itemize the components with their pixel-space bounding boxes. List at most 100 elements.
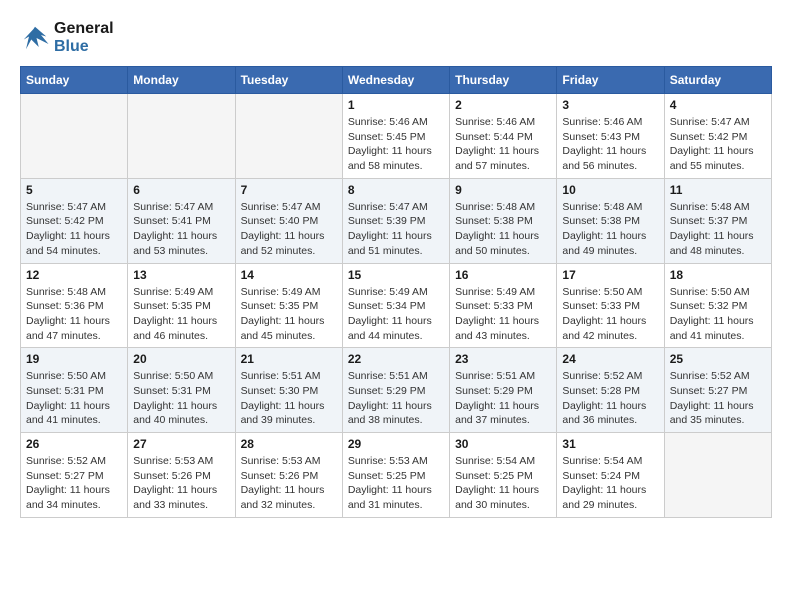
calendar-cell: 5 Sunrise: 5:47 AM Sunset: 5:42 PM Daylig…: [21, 178, 128, 263]
day-info: Sunrise: 5:47 AM Sunset: 5:42 PM Dayligh…: [670, 115, 766, 174]
calendar-cell: 14 Sunrise: 5:49 AM Sunset: 5:35 PM Dayli…: [235, 263, 342, 348]
calendar-cell: 15 Sunrise: 5:49 AM Sunset: 5:34 PM Dayli…: [342, 263, 449, 348]
calendar-cell: [128, 94, 235, 179]
day-number: 30: [455, 437, 551, 451]
day-number: 9: [455, 183, 551, 197]
day-info: Sunrise: 5:48 AM Sunset: 5:36 PM Dayligh…: [26, 285, 122, 344]
day-info: Sunrise: 5:47 AM Sunset: 5:41 PM Dayligh…: [133, 200, 229, 259]
day-info: Sunrise: 5:51 AM Sunset: 5:29 PM Dayligh…: [348, 369, 444, 428]
logo-icon: [20, 23, 50, 53]
calendar-cell: 3 Sunrise: 5:46 AM Sunset: 5:43 PM Daylig…: [557, 94, 664, 179]
day-info: Sunrise: 5:51 AM Sunset: 5:29 PM Dayligh…: [455, 369, 551, 428]
day-number: 26: [26, 437, 122, 451]
day-info: Sunrise: 5:54 AM Sunset: 5:25 PM Dayligh…: [455, 454, 551, 513]
day-info: Sunrise: 5:51 AM Sunset: 5:30 PM Dayligh…: [241, 369, 337, 428]
weekday-header-tuesday: Tuesday: [235, 67, 342, 94]
calendar-table: SundayMondayTuesdayWednesdayThursdayFrid…: [20, 66, 772, 518]
calendar-cell: 18 Sunrise: 5:50 AM Sunset: 5:32 PM Dayli…: [664, 263, 771, 348]
day-info: Sunrise: 5:48 AM Sunset: 5:38 PM Dayligh…: [562, 200, 658, 259]
calendar-cell: 20 Sunrise: 5:50 AM Sunset: 5:31 PM Dayli…: [128, 348, 235, 433]
day-number: 6: [133, 183, 229, 197]
day-info: Sunrise: 5:53 AM Sunset: 5:26 PM Dayligh…: [133, 454, 229, 513]
day-info: Sunrise: 5:49 AM Sunset: 5:35 PM Dayligh…: [241, 285, 337, 344]
day-number: 4: [670, 98, 766, 112]
calendar-cell: 1 Sunrise: 5:46 AM Sunset: 5:45 PM Daylig…: [342, 94, 449, 179]
calendar-cell: 17Sunrise: 5:50 AM Sunset: 5:33 PM Dayli…: [557, 263, 664, 348]
day-number: 22: [348, 352, 444, 366]
calendar-cell: 12 Sunrise: 5:48 AM Sunset: 5:36 PM Dayli…: [21, 263, 128, 348]
day-number: 7: [241, 183, 337, 197]
weekday-header-friday: Friday: [557, 67, 664, 94]
day-info: Sunrise: 5:52 AM Sunset: 5:27 PM Dayligh…: [670, 369, 766, 428]
calendar-cell: 9 Sunrise: 5:48 AM Sunset: 5:38 PM Daylig…: [450, 178, 557, 263]
day-number: 25: [670, 352, 766, 366]
weekday-header-monday: Monday: [128, 67, 235, 94]
day-info: Sunrise: 5:49 AM Sunset: 5:34 PM Dayligh…: [348, 285, 444, 344]
day-info: Sunrise: 5:48 AM Sunset: 5:37 PM Dayligh…: [670, 200, 766, 259]
day-number: 5: [26, 183, 122, 197]
calendar-cell: 7 Sunrise: 5:47 AM Sunset: 5:40 PM Daylig…: [235, 178, 342, 263]
day-info: Sunrise: 5:52 AM Sunset: 5:27 PM Dayligh…: [26, 454, 122, 513]
weekday-header-sunday: Sunday: [21, 67, 128, 94]
week-row-5: 26 Sunrise: 5:52 AM Sunset: 5:27 PM Dayli…: [21, 433, 772, 518]
calendar-cell: 8 Sunrise: 5:47 AM Sunset: 5:39 PM Daylig…: [342, 178, 449, 263]
weekday-header-wednesday: Wednesday: [342, 67, 449, 94]
weekday-header-saturday: Saturday: [664, 67, 771, 94]
day-info: Sunrise: 5:53 AM Sunset: 5:26 PM Dayligh…: [241, 454, 337, 513]
calendar-cell: 19 Sunrise: 5:50 AM Sunset: 5:31 PM Dayli…: [21, 348, 128, 433]
day-number: 13: [133, 268, 229, 282]
calendar-cell: 11 Sunrise: 5:48 AM Sunset: 5:37 PM Dayli…: [664, 178, 771, 263]
week-row-4: 19 Sunrise: 5:50 AM Sunset: 5:31 PM Dayli…: [21, 348, 772, 433]
day-number: 28: [241, 437, 337, 451]
day-number: 24: [562, 352, 658, 366]
day-info: Sunrise: 5:50 AM Sunset: 5:31 PM Dayligh…: [26, 369, 122, 428]
week-row-3: 12 Sunrise: 5:48 AM Sunset: 5:36 PM Dayli…: [21, 263, 772, 348]
calendar-cell: 4 Sunrise: 5:47 AM Sunset: 5:42 PM Daylig…: [664, 94, 771, 179]
day-number: 20: [133, 352, 229, 366]
day-info: Sunrise: 5:47 AM Sunset: 5:42 PM Dayligh…: [26, 200, 122, 259]
day-info: Sunrise: 5:49 AM Sunset: 5:33 PM Dayligh…: [455, 285, 551, 344]
day-number: 27: [133, 437, 229, 451]
day-number: 21: [241, 352, 337, 366]
week-row-2: 5 Sunrise: 5:47 AM Sunset: 5:42 PM Daylig…: [21, 178, 772, 263]
day-number: 12: [26, 268, 122, 282]
day-info: Sunrise: 5:50 AM Sunset: 5:32 PM Dayligh…: [670, 285, 766, 344]
week-row-1: 1 Sunrise: 5:46 AM Sunset: 5:45 PM Daylig…: [21, 94, 772, 179]
day-number: 29: [348, 437, 444, 451]
day-number: 17: [562, 268, 658, 282]
calendar-cell: 24Sunrise: 5:52 AM Sunset: 5:28 PM Dayli…: [557, 348, 664, 433]
day-info: Sunrise: 5:46 AM Sunset: 5:45 PM Dayligh…: [348, 115, 444, 174]
calendar-cell: 6 Sunrise: 5:47 AM Sunset: 5:41 PM Daylig…: [128, 178, 235, 263]
day-number: 11: [670, 183, 766, 197]
day-info: Sunrise: 5:47 AM Sunset: 5:40 PM Dayligh…: [241, 200, 337, 259]
logo: General Blue: [20, 20, 114, 56]
calendar-cell: 30 Sunrise: 5:54 AM Sunset: 5:25 PM Dayli…: [450, 433, 557, 518]
calendar-cell: 22 Sunrise: 5:51 AM Sunset: 5:29 PM Dayli…: [342, 348, 449, 433]
day-number: 19: [26, 352, 122, 366]
day-number: 14: [241, 268, 337, 282]
day-number: 2: [455, 98, 551, 112]
logo-text: General Blue: [54, 20, 114, 56]
calendar-cell: 31Sunrise: 5:54 AM Sunset: 5:24 PM Dayli…: [557, 433, 664, 518]
calendar-cell: 10 Sunrise: 5:48 AM Sunset: 5:38 PM Dayli…: [557, 178, 664, 263]
day-number: 18: [670, 268, 766, 282]
calendar-cell: 27 Sunrise: 5:53 AM Sunset: 5:26 PM Dayli…: [128, 433, 235, 518]
day-info: Sunrise: 5:46 AM Sunset: 5:43 PM Dayligh…: [562, 115, 658, 174]
calendar-cell: 23 Sunrise: 5:51 AM Sunset: 5:29 PM Dayli…: [450, 348, 557, 433]
day-info: Sunrise: 5:47 AM Sunset: 5:39 PM Dayligh…: [348, 200, 444, 259]
weekday-header-thursday: Thursday: [450, 67, 557, 94]
calendar-cell: 16Sunrise: 5:49 AM Sunset: 5:33 PM Dayli…: [450, 263, 557, 348]
calendar-cell: 29Sunrise: 5:53 AM Sunset: 5:25 PM Dayli…: [342, 433, 449, 518]
day-info: Sunrise: 5:48 AM Sunset: 5:38 PM Dayligh…: [455, 200, 551, 259]
day-number: 15: [348, 268, 444, 282]
calendar-cell: [235, 94, 342, 179]
weekday-header-row: SundayMondayTuesdayWednesdayThursdayFrid…: [21, 67, 772, 94]
day-info: Sunrise: 5:50 AM Sunset: 5:31 PM Dayligh…: [133, 369, 229, 428]
day-number: 10: [562, 183, 658, 197]
day-number: 23: [455, 352, 551, 366]
day-number: 1: [348, 98, 444, 112]
day-number: 3: [562, 98, 658, 112]
day-number: 31: [562, 437, 658, 451]
calendar-cell: [664, 433, 771, 518]
day-number: 8: [348, 183, 444, 197]
